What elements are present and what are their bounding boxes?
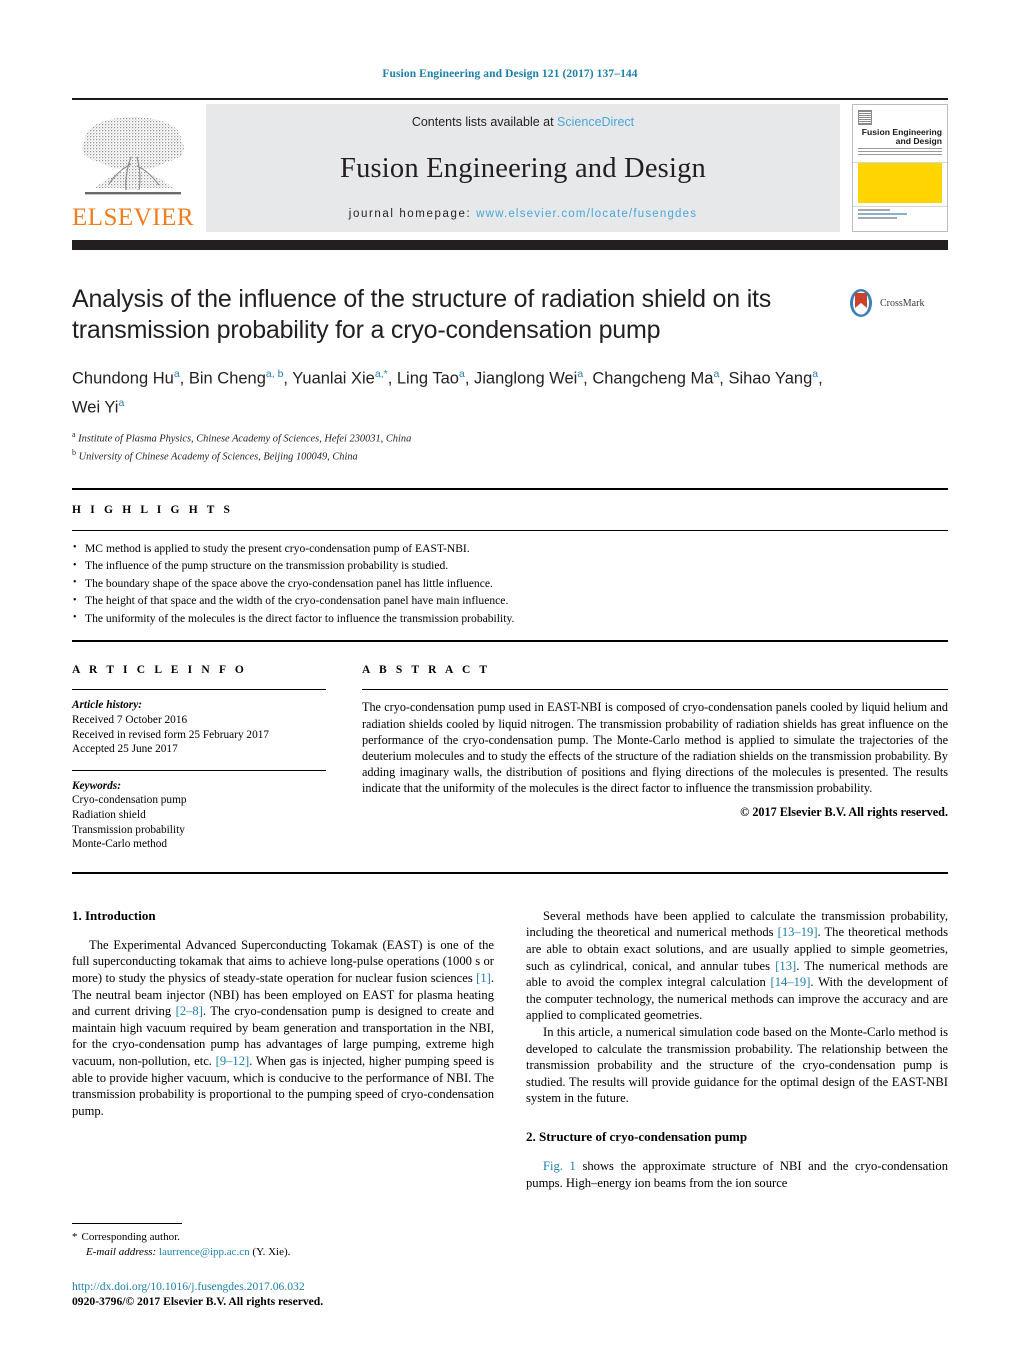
email-line: E-mail address: laurrence@ipp.ac.cn (Y. … — [72, 1245, 492, 1260]
email-label: E-mail address: — [86, 1245, 157, 1258]
journal-band: Contents lists available at ScienceDirec… — [206, 104, 840, 232]
abstract-column: A B S T R A C T The cryo-condensation pu… — [362, 664, 948, 851]
paper-page: Fusion Engineering and Design 121 (2017)… — [0, 0, 1020, 1351]
article-history: Article history: Received 7 October 2016… — [72, 690, 326, 756]
keyword-item: Transmission probability — [72, 823, 185, 836]
doi-block: http://dx.doi.org/10.1016/j.fusengdes.20… — [72, 1279, 323, 1309]
keyword-item: Monte-Carlo method — [72, 838, 168, 851]
paragraph: The Experimental Advanced Superconductin… — [72, 937, 495, 1118]
cover-title-line2: and Design — [895, 136, 942, 146]
keywords-label: Keywords: — [72, 779, 121, 792]
doi-link[interactable]: http://dx.doi.org/10.1016/j.fusengdes.20… — [72, 1279, 323, 1294]
homepage-url-link[interactable]: www.elsevier.com/locate/fusengdes — [476, 208, 697, 220]
running-head: Fusion Engineering and Design 121 (2017)… — [382, 68, 638, 80]
cover-bottom-line-3 — [858, 217, 897, 219]
article-history-label: Article history: — [72, 699, 142, 712]
keyword-item: Radiation shield — [72, 809, 146, 821]
email-link[interactable]: laurrence@ipp.ac.cn — [159, 1246, 250, 1258]
contents-line: Contents lists available at ScienceDirec… — [412, 115, 634, 129]
footnote-star: * — [72, 1231, 78, 1243]
cover-bottom-line-2 — [858, 213, 907, 215]
section-heading-introduction: 1. Introduction — [72, 907, 156, 923]
list-item: MC method is applied to study the presen… — [72, 540, 948, 558]
crossmark-label: CrossMark — [880, 297, 925, 309]
journal-title: Fusion Engineering and Design — [340, 152, 706, 184]
footnote-block: * Corresponding author. E-mail address: l… — [72, 1223, 492, 1259]
highlights-list: MC method is applied to study the presen… — [72, 531, 948, 641]
author-list: Chundong Hua, Bin Chenga, b, Yuanlai Xie… — [72, 368, 823, 416]
cover-elsevier-mark-icon — [858, 110, 872, 125]
highlights-section: H I G H L I G H T S MC method is applied… — [72, 487, 948, 643]
info-abstract-block: A R T I C L E I N F O Article history: R… — [72, 664, 948, 851]
journal-masthead: ELSEVIER Contents lists available at Sci… — [72, 104, 948, 232]
history-item: Received 7 October 2016 — [72, 714, 188, 727]
cover-microtext — [858, 148, 942, 159]
email-suffix: (Y. Xie). — [252, 1245, 291, 1258]
page-title: Analysis of the influence of the structu… — [72, 285, 772, 344]
body-column-left: 1. Introduction The Experimental Advance… — [72, 908, 494, 1191]
highlights-heading: H I G H L I G H T S — [72, 503, 234, 516]
sciencedirect-link[interactable]: ScienceDirect — [557, 115, 634, 129]
cover-bottom — [853, 206, 947, 231]
cover-yellow-panel — [858, 163, 942, 203]
paragraph: Fig. 1 shows the approximate structure o… — [526, 1158, 948, 1190]
list-item: The influence of the pump structure on t… — [72, 558, 948, 575]
highlights-bottom-rule — [72, 640, 948, 643]
crossmark-icon — [850, 289, 872, 317]
crossmark-badge[interactable]: CrossMark — [846, 288, 948, 318]
cover-bottom-line-1 — [858, 209, 890, 211]
masthead-top-rule — [72, 98, 948, 100]
article-info-heading: A R T I C L E I N F O — [72, 664, 247, 677]
list-item: The uniformity of the molecules is the d… — [72, 610, 948, 628]
affiliation-item: a Institute of Plasma Physics, Chinese A… — [72, 430, 412, 445]
corresponding-author-text: Corresponding author. — [81, 1231, 180, 1243]
footnote-rule — [72, 1223, 182, 1224]
title-block: Analysis of the influence of the structu… — [72, 284, 948, 346]
list-item: The boundary shape of the space above th… — [72, 575, 948, 593]
abstract-heading: A B S T R A C T — [362, 664, 491, 677]
journal-cover-thumbnail[interactable]: Fusion Engineering and Design — [852, 104, 948, 232]
history-item: Received in revised form 25 February 201… — [72, 728, 270, 741]
issn-copyright-line: 0920-3796/© 2017 Elsevier B.V. All right… — [72, 1295, 324, 1308]
keywords-block: Keywords: Cryo-condensation pump Radiati… — [72, 771, 326, 852]
history-item: Accepted 25 June 2017 — [72, 743, 178, 756]
body-columns: 1. Introduction The Experimental Advance… — [72, 908, 948, 1191]
affiliations: a Institute of Plasma Physics, Chinese A… — [72, 428, 948, 464]
masthead-bottom-bar — [72, 240, 948, 250]
article-info-column: A R T I C L E I N F O Article history: R… — [72, 664, 362, 851]
homepage-prefix: journal homepage: — [348, 208, 477, 220]
corresponding-author-note: * Corresponding author. E-mail address: l… — [72, 1230, 492, 1259]
body-column-right: Several methods have been applied to cal… — [526, 908, 948, 1191]
elsevier-tree-icon — [82, 117, 184, 195]
abstract-copyright: © 2017 Elsevier B.V. All rights reserved… — [740, 804, 948, 819]
abstract-text: The cryo-condensation pump used in EAST-… — [362, 700, 948, 796]
section-heading-structure: 2. Structure of cryo-condensation pump — [526, 1128, 748, 1144]
contents-prefix: Contents lists available at — [411, 115, 558, 129]
affiliation-item: b University of Chinese Academy of Scien… — [72, 447, 358, 463]
elsevier-logo: ELSEVIER — [72, 104, 194, 232]
highlights-top-rule — [72, 487, 948, 490]
keyword-item: Cryo-condensation pump — [72, 794, 187, 807]
paragraph: In this article, a numerical simulation … — [526, 1024, 948, 1106]
journal-homepage-line: journal homepage: www.elsevier.com/locat… — [349, 208, 697, 220]
cover-top: Fusion Engineering and Design — [853, 105, 947, 163]
paragraph: Several methods have been applied to cal… — [526, 908, 948, 1023]
body-top-rule — [72, 871, 948, 874]
list-item: The height of that space and the width o… — [72, 593, 948, 610]
elsevier-wordmark: ELSEVIER — [71, 204, 195, 231]
